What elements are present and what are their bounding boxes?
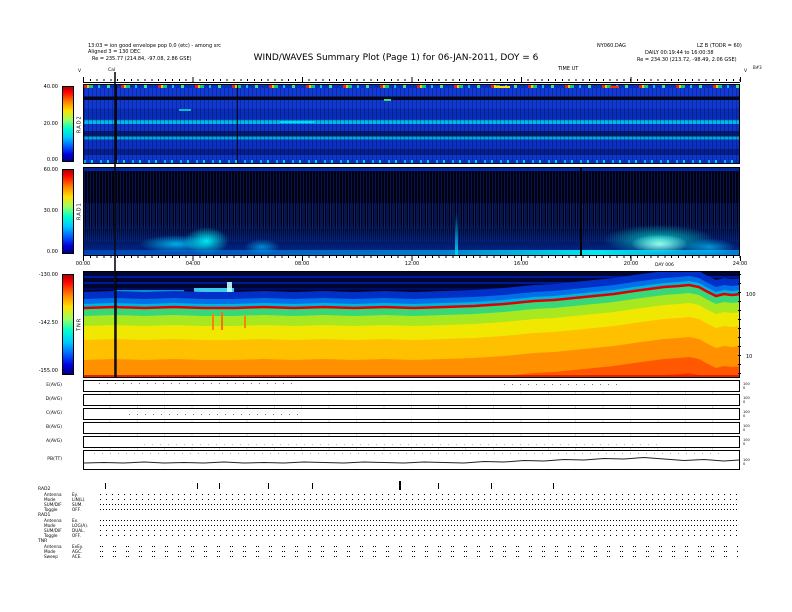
header-right-lz: LZ B (TODR = 60): [697, 43, 742, 49]
strip-A-label: A(AVG): [46, 439, 62, 444]
strip-C-label: C(AVG): [45, 411, 62, 416]
rad2-colorbar-tick-max: 40.00: [43, 84, 58, 90]
rad1-spectrogram: [83, 167, 740, 256]
strip-charts-block: [83, 380, 740, 470]
rad2-bottom-speckles: [84, 160, 739, 163]
rad1-colorbar-tick-max: 60.00: [43, 167, 58, 173]
tnr-right-tick-100: 100: [746, 292, 756, 298]
rad1-data-gap: [580, 168, 582, 255]
header-right-daily: DAILY 00:19:44 to 16:00:38: [645, 50, 714, 56]
wind-waves-summary-plot: 13:03 = ion good envelope pop 0.0 (etc) …: [0, 0, 792, 612]
strip-E: [83, 380, 740, 392]
tnr-colorbar-tick-mid: -142.50: [38, 320, 58, 326]
strip-B-label: B(AVG): [46, 425, 62, 430]
x-tick-2000: 20:00: [623, 261, 639, 267]
v-mark-right: V: [744, 69, 748, 74]
tnr-colorbar: [62, 274, 74, 375]
rad2-colorbar-tick-min: 0.00: [46, 157, 58, 163]
x-tick-1200: 12:00: [404, 261, 420, 267]
header-right-file: NY060.DAG: [597, 43, 626, 49]
header-left-line2: Aligned 3 = 130 DEC: [88, 49, 141, 55]
tnr-svg: [84, 272, 739, 377]
strip-PB: [83, 450, 740, 470]
strip-B: [83, 422, 740, 434]
rad2-colorbar-tick-mid: 20.00: [43, 121, 58, 127]
rad2-top-speckles: [84, 85, 739, 88]
x-tick-0400: 04:00: [185, 261, 201, 267]
top-axis-line: [83, 82, 740, 83]
x-tick-0000: 00:00: [75, 261, 91, 267]
rad2-spectrogram: [83, 84, 740, 164]
strip-A: [83, 436, 740, 448]
tnr-spectrogram: [83, 271, 740, 378]
cal-line-overlay: [114, 72, 116, 378]
x-tick-2400: 24:00: [732, 261, 748, 267]
tnr-right-tick-10: 10: [746, 354, 753, 360]
rad2-colorbar: [62, 86, 74, 162]
v-mark-left: V: [78, 69, 82, 74]
page-title: WIND/WAVES Summary Plot (Page 1) for 06-…: [253, 53, 539, 63]
strip-E-label: E(AVG): [46, 383, 62, 388]
x-tick-0800: 08:00: [294, 261, 310, 267]
header-right-ephemeris: Re = 234.30 (213.72, -98.49, 2.06 GSE): [637, 57, 737, 63]
strip-D: [83, 394, 740, 406]
tnr-colorbar-tick-min: -155.00: [38, 368, 58, 374]
tnr-right-ticks: [738, 274, 741, 375]
strip-PB-label: PB(TT): [47, 457, 62, 462]
rad1-colorbar-tick-min: 0.00: [46, 249, 58, 255]
day-label: DAY 006: [655, 263, 674, 268]
rad1-colorbar: [62, 169, 74, 254]
time-ut-label: TIME UT: [558, 66, 579, 72]
rad1-colorbar-tick-mid: 30.00: [43, 208, 58, 214]
strip-D-label: D(AVG): [45, 397, 62, 402]
tnr-colorbar-tick-max: -130.00: [38, 272, 58, 278]
right-mark: B#3: [753, 65, 762, 70]
x-tick-1600: 16:00: [513, 261, 529, 267]
strip-C: [83, 408, 740, 420]
